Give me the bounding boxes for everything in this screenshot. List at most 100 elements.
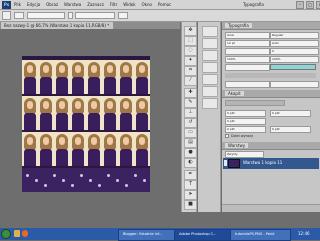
indent-right-field[interactable]: 0 pkt — [270, 110, 311, 117]
healing-tool-icon[interactable]: ✚ — [184, 88, 197, 98]
window-controls: – □ × — [296, 1, 320, 9]
close-button[interactable]: × — [316, 1, 320, 9]
tracking-field[interactable]: 0 — [270, 48, 319, 55]
option-dropdown-1[interactable] — [14, 12, 24, 19]
option-dropdown-2[interactable] — [27, 12, 65, 19]
photo-tile — [54, 96, 70, 130]
menu-edit[interactable]: Edycja — [27, 2, 40, 7]
photo-tile — [22, 132, 38, 166]
baseline-shift-field[interactable] — [225, 64, 270, 71]
photo-tile — [134, 132, 150, 166]
visibility-eye-icon[interactable] — [224, 160, 227, 166]
taskbar-item-blogger[interactable]: Blogger: Ostatnie inf... — [118, 229, 179, 241]
actions-panel-icon[interactable] — [202, 38, 218, 49]
font-family-select[interactable]: Arial — [225, 32, 270, 39]
quicklaunch-icon-1[interactable] — [14, 230, 20, 237]
eraser-tool-icon[interactable]: ▭ — [184, 128, 197, 138]
paragraph-panel-header[interactable]: Akapit — [222, 90, 320, 98]
photo-tile — [38, 60, 54, 94]
tab-paragraph[interactable]: Akapit — [225, 91, 244, 96]
photo-tile — [118, 96, 134, 130]
menu-image[interactable]: Obraz — [46, 2, 58, 7]
start-button[interactable] — [1, 229, 11, 239]
tab-character[interactable]: Typografia — [225, 23, 252, 28]
option-dropdown-3[interactable] — [75, 12, 115, 19]
blend-mode-select[interactable]: Zwykły — [225, 151, 264, 158]
text-color-swatch[interactable] — [270, 64, 316, 70]
minimize-button[interactable]: – — [296, 1, 304, 9]
taskbar-item-photoshop[interactable]: Adobe Photoshop C... — [174, 229, 235, 241]
layers-panel-header[interactable]: Warstwy — [222, 142, 320, 150]
shape-tool-icon[interactable]: ■ — [184, 200, 197, 210]
right-panels: Typografia Arial Regular 12 pt Auto 0 10… — [222, 22, 320, 212]
menu-window[interactable]: Okno — [142, 2, 152, 7]
character-panel-header[interactable]: Typografia — [222, 22, 320, 30]
marquee-tool-icon[interactable]: ⬚ — [184, 36, 197, 46]
character-panel-icon[interactable] — [202, 86, 218, 97]
pen-tool-icon[interactable]: ✒ — [184, 170, 197, 180]
stamp-tool-icon[interactable]: ⊥ — [184, 108, 197, 118]
text-style-buttons[interactable] — [225, 73, 316, 78]
crop-tool-icon[interactable]: ⌗ — [184, 66, 197, 76]
horizontal-scale-field[interactable]: 100% — [270, 56, 319, 63]
alignment-buttons[interactable] — [225, 100, 285, 106]
document-tab[interactable]: Bez nazwy-1 @ 66,7% (Warstwa 1 kopia 11,… — [1, 22, 113, 29]
move-tool-icon[interactable]: ✥ — [184, 26, 197, 36]
photo-tile — [70, 96, 86, 130]
menu-select[interactable]: Zaznacz — [87, 2, 104, 7]
photoshop-logo-icon: Ps — [2, 1, 11, 9]
tool-preset-icon[interactable] — [2, 11, 11, 20]
photo-tile — [102, 96, 118, 130]
photo-tile — [134, 60, 150, 94]
workspace-switcher[interactable]: Typografia — [243, 2, 264, 7]
paragraph-panel-icon[interactable] — [202, 98, 218, 109]
quicklaunch-icon-2[interactable] — [22, 230, 28, 237]
indent-left-field[interactable]: 0 pkt — [225, 110, 266, 117]
first-line-indent-field[interactable]: 0 pkt — [225, 118, 266, 125]
font-style-select[interactable]: Regular — [270, 32, 319, 39]
menu-filter[interactable]: Filtr — [110, 2, 117, 7]
tools-panel: ✥ ⬚ ◌ ✦ ⌗ ⁄ ✚ ✎ ⊥ ↺ ▭ ▤ ● ◐ ✒ T ➤ ■ — [181, 22, 197, 212]
history-panel-icon[interactable] — [202, 26, 218, 37]
path-selection-tool-icon[interactable]: ➤ — [184, 190, 197, 200]
magic-wand-tool-icon[interactable]: ✦ — [184, 56, 197, 66]
lasso-tool-icon[interactable]: ◌ — [184, 46, 197, 56]
type-tool-icon[interactable]: T — [184, 180, 197, 190]
history-brush-tool-icon[interactable]: ↺ — [184, 118, 197, 128]
menu-help[interactable]: Pomoc — [158, 2, 171, 7]
dodge-tool-icon[interactable]: ◐ — [184, 158, 197, 168]
vertical-scale-field[interactable]: 100% — [225, 56, 270, 63]
option-button[interactable] — [118, 12, 128, 19]
options-bar — [0, 10, 320, 22]
tab-layers[interactable]: Warstwy — [225, 143, 249, 148]
photo-tile — [54, 60, 70, 94]
eyedropper-tool-icon[interactable]: ⁄ — [184, 76, 197, 86]
space-after-field[interactable]: 0 pkt — [270, 126, 311, 133]
photo-tile — [54, 132, 70, 166]
language-select[interactable] — [225, 81, 270, 88]
menu-file[interactable]: Plik — [14, 2, 21, 7]
leading-field[interactable]: Auto — [270, 40, 319, 47]
menu-layer[interactable]: Warstwa — [64, 2, 81, 7]
hyphenate-checkbox[interactable] — [225, 134, 229, 138]
collapsed-panels-dock — [198, 22, 221, 212]
menu-view[interactable]: Widok — [123, 2, 135, 7]
brush-tool-icon[interactable]: ✎ — [184, 98, 197, 108]
space-before-field[interactable]: 0 pkt — [225, 126, 266, 133]
option-checkbox[interactable] — [68, 12, 73, 19]
font-size-field[interactable]: 12 pt — [225, 40, 270, 47]
layer-thumbnail — [228, 159, 240, 168]
maximize-button[interactable]: □ — [306, 1, 314, 9]
antialias-select[interactable] — [270, 81, 319, 88]
menu-items: Plik Edycja Obraz Warstwa Zaznacz Filtr … — [14, 2, 171, 7]
canvas-image[interactable] — [22, 56, 150, 192]
blur-tool-icon[interactable]: ● — [184, 148, 197, 158]
brushes-panel-icon[interactable] — [202, 74, 218, 85]
kerning-field[interactable] — [225, 48, 270, 55]
gradient-tool-icon[interactable]: ▤ — [184, 138, 197, 148]
taskbar-item-paint[interactable]: tutorialsPS.PNG - Paint — [230, 229, 291, 241]
swatches-panel-icon[interactable] — [202, 50, 218, 61]
styles-panel-icon[interactable] — [202, 62, 218, 73]
layer-name[interactable]: Warstwa 1 kopia 11 — [243, 160, 282, 165]
photo-tile — [86, 60, 102, 94]
